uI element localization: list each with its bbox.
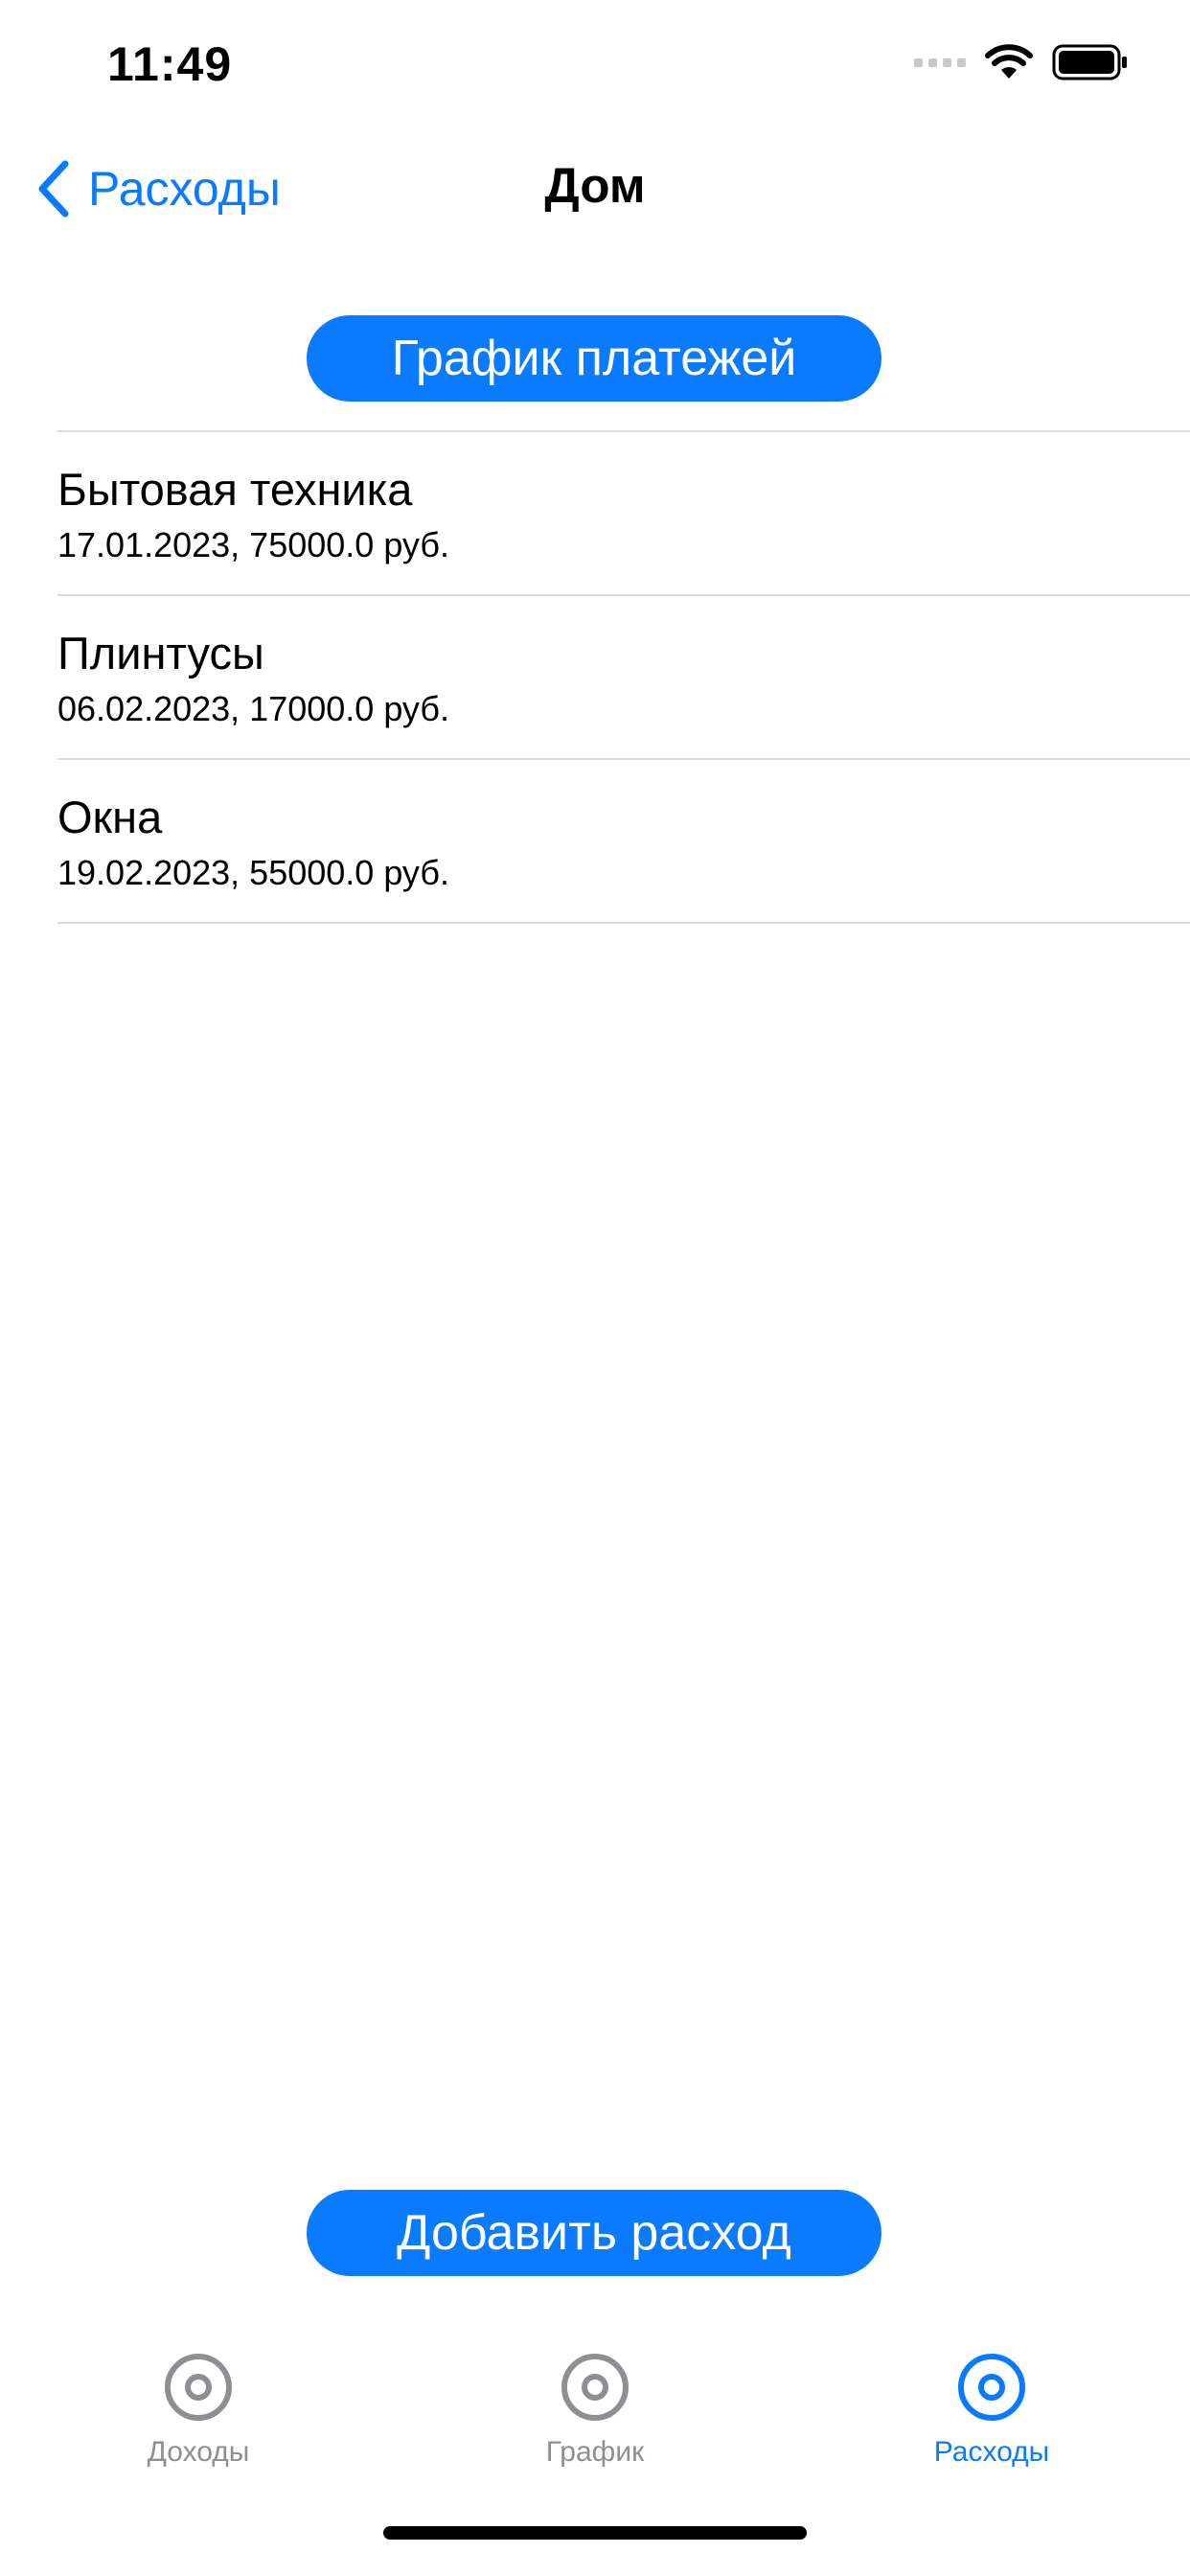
status-time: 11:49 [107, 37, 233, 91]
circle-dot-icon [958, 2354, 1025, 2421]
list-divider [57, 922, 1190, 924]
expense-title: Окна [57, 792, 163, 842]
expense-title: Бытовая техника [57, 464, 413, 515]
tab-label: Расходы [933, 2436, 1050, 2468]
tab-label: Доходы [147, 2436, 250, 2468]
cellular-signal-icon [914, 58, 966, 67]
battery-icon [1052, 44, 1127, 80]
status-icons [914, 44, 1129, 80]
expense-details: 06.02.2023, 17000.0 руб. [57, 689, 449, 728]
tab-chart[interactable]: График [397, 2348, 793, 2482]
tab-expenses[interactable]: Расходы [793, 2348, 1190, 2482]
tab-income[interactable]: Доходы [0, 2348, 397, 2482]
back-button[interactable]: Расходы [36, 153, 281, 224]
circle-dot-icon [561, 2354, 629, 2421]
home-indicator[interactable] [383, 2526, 807, 2540]
back-button-label: Расходы [88, 162, 281, 216]
expense-details: 17.01.2023, 75000.0 руб. [57, 525, 449, 564]
wifi-icon [985, 44, 1033, 79]
tab-bar: Доходы График Расходы [0, 2348, 1190, 2482]
add-expense-button[interactable]: Добавить расход [307, 2190, 881, 2276]
expense-list: Бытовая техника 17.01.2023, 75000.0 руб.… [57, 430, 1190, 924]
list-item[interactable]: Бытовая техника 17.01.2023, 75000.0 руб. [57, 432, 1190, 594]
payment-schedule-button[interactable]: График платежей [307, 315, 881, 402]
circle-dot-icon [165, 2354, 232, 2421]
list-item[interactable]: Плинтусы 06.02.2023, 17000.0 руб. [57, 596, 1190, 758]
chevron-left-icon [38, 160, 69, 218]
list-item[interactable]: Окна 19.02.2023, 55000.0 руб. [57, 760, 1190, 922]
expense-title: Плинтусы [57, 628, 264, 678]
expense-details: 19.02.2023, 55000.0 руб. [57, 853, 449, 892]
tab-label: График [545, 2436, 645, 2468]
